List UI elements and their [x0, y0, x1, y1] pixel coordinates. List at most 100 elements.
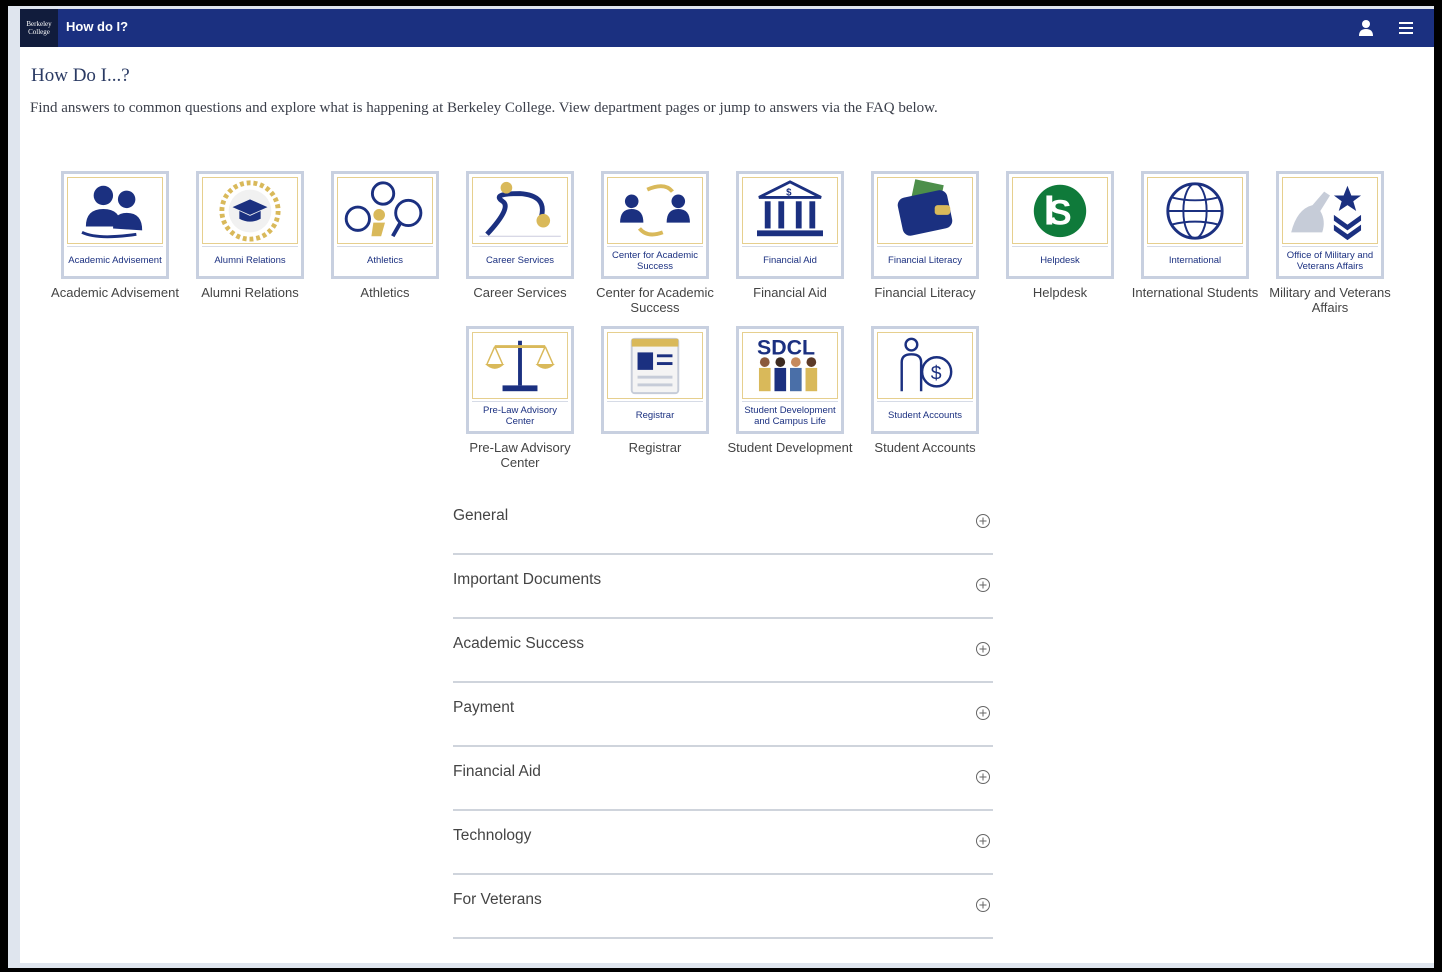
tile-international-students[interactable]: International International Students: [1132, 171, 1258, 300]
tile-caption: Student Accounts: [877, 401, 973, 429]
tile-caption: Career Services: [472, 246, 568, 274]
faq-item-technology[interactable]: Technology: [453, 811, 993, 875]
tile-caption: Registrar: [607, 401, 703, 429]
faq-title[interactable]: Academic Success: [453, 635, 584, 653]
tile-label[interactable]: Student Accounts: [861, 440, 989, 455]
tile-label[interactable]: Alumni Relations: [186, 285, 314, 300]
people-icon: [67, 177, 163, 244]
tile-caption: Pre-Law Advisory Center: [472, 401, 568, 429]
faq-item-financial-aid[interactable]: Financial Aid: [453, 747, 993, 811]
bank-icon: $: [742, 177, 838, 244]
tile-helpdesk[interactable]: S Helpdesk Helpdesk: [1006, 171, 1114, 300]
tile-card: SDCL Student Development and Campus Life: [736, 326, 844, 434]
tile-caption: Office of Military and Veterans Affairs: [1282, 246, 1378, 274]
tile-label[interactable]: Academic Advisement: [51, 285, 179, 300]
tile-athletics[interactable]: Athletics Athletics: [331, 171, 439, 300]
expand-plus-icon[interactable]: [975, 641, 991, 657]
tile-caption: International: [1147, 246, 1243, 274]
faq-title[interactable]: Technology: [453, 827, 531, 845]
tile-caption: Alumni Relations: [202, 246, 298, 274]
expand-plus-icon[interactable]: [975, 577, 991, 593]
browser-frame: Berkeley College How do I? How Do I...? …: [8, 6, 1434, 968]
hamburger-menu-icon[interactable]: [1396, 18, 1416, 38]
salute-star-icon: [1282, 177, 1378, 244]
expand-plus-icon[interactable]: [975, 897, 991, 913]
tile-caption: Financial Literacy: [877, 246, 973, 274]
id-card-icon: [607, 332, 703, 399]
tile-card: Registrar: [601, 326, 709, 434]
tile-label[interactable]: Helpdesk: [996, 285, 1124, 300]
tile-card: Pre-Law Advisory Center: [466, 326, 574, 434]
helpdesk-icon: S: [1012, 177, 1108, 244]
tile-academic-advisement[interactable]: Academic Advisement Academic Advisement: [51, 171, 179, 300]
tile-financial-literacy[interactable]: Financial Literacy Financial Literacy: [871, 171, 979, 300]
faq-title[interactable]: Financial Aid: [453, 763, 541, 781]
expand-plus-icon[interactable]: [975, 705, 991, 721]
app-title: How do I?: [66, 19, 129, 34]
tile-label[interactable]: Athletics: [321, 285, 449, 300]
tile-label[interactable]: Center for Academic Success: [591, 285, 719, 315]
tile-student-development[interactable]: SDCL Student Development and Campus Life…: [727, 326, 853, 455]
main-content: How Do I...? Find answers to common ques…: [20, 47, 1434, 963]
tile-label[interactable]: Military and Veterans Affairs: [1266, 285, 1394, 315]
tile-label[interactable]: Registrar: [591, 440, 719, 455]
exchange-icon: [607, 177, 703, 244]
tile-card: Center for Academic Success: [601, 171, 709, 279]
tile-caption: Helpdesk: [1012, 246, 1108, 274]
globe-icon: [1147, 177, 1243, 244]
tile-card: Academic Advisement: [61, 171, 169, 279]
top-app-bar: Berkeley College How do I?: [20, 9, 1434, 47]
tile-pre-law-advisory-center[interactable]: Pre-Law Advisory Center Pre-Law Advisory…: [466, 326, 574, 470]
expand-plus-icon[interactable]: [975, 769, 991, 785]
tile-registrar[interactable]: Registrar Registrar: [601, 326, 709, 455]
expand-plus-icon[interactable]: [975, 833, 991, 849]
tile-center-academic-success[interactable]: Center for Academic Success Center for A…: [596, 171, 714, 315]
tile-label[interactable]: Student Development: [726, 440, 854, 455]
faq-item-important-documents[interactable]: Important Documents: [453, 555, 993, 619]
tile-label[interactable]: Pre-Law Advisory Center: [456, 440, 584, 470]
tile-label[interactable]: Career Services: [456, 285, 584, 300]
faq-title[interactable]: General: [453, 507, 508, 525]
tile-career-services[interactable]: Career Services Career Services: [466, 171, 574, 300]
faq-item-payment[interactable]: Payment: [453, 683, 993, 747]
tile-caption: Student Development and Campus Life: [742, 401, 838, 429]
sports-balls-icon: [337, 177, 433, 244]
tile-alumni-relations[interactable]: Alumni Relations Alumni Relations: [196, 171, 304, 300]
tile-caption: Center for Academic Success: [607, 246, 703, 274]
tile-card: Career Services: [466, 171, 574, 279]
expand-plus-icon[interactable]: [975, 513, 991, 529]
graduation-cap-icon: [202, 177, 298, 244]
tile-label[interactable]: International Students: [1131, 285, 1259, 300]
page-title: How Do I...?: [31, 65, 130, 86]
sdcl-group-icon: SDCL: [742, 332, 838, 399]
faq-title[interactable]: Important Documents: [453, 571, 601, 589]
faq-item-academic-success[interactable]: Academic Success: [453, 619, 993, 683]
wallet-icon: [877, 177, 973, 244]
tile-card: Office of Military and Veterans Affairs: [1276, 171, 1384, 279]
tile-card: S Helpdesk: [1006, 171, 1114, 279]
tile-military-veterans-affairs[interactable]: Office of Military and Veterans Affairs …: [1269, 171, 1391, 315]
tile-card: $ Financial Aid: [736, 171, 844, 279]
tile-card: Financial Literacy: [871, 171, 979, 279]
user-icon[interactable]: [1356, 18, 1376, 38]
tile-label[interactable]: Financial Aid: [726, 285, 854, 300]
tile-card: Alumni Relations: [196, 171, 304, 279]
svg-text:$: $: [931, 363, 942, 385]
tile-student-accounts[interactable]: $ Student Accounts Student Accounts: [871, 326, 979, 455]
faq-title[interactable]: For Veterans: [453, 891, 542, 909]
svg-text:$: $: [786, 187, 792, 198]
sdcl-art-text: SDCL: [757, 335, 815, 359]
tile-financial-aid[interactable]: $ Financial Aid Financial Aid: [736, 171, 844, 300]
tile-card: International: [1141, 171, 1249, 279]
tile-caption: Academic Advisement: [67, 246, 163, 274]
faq-title[interactable]: Payment: [453, 699, 514, 717]
tile-caption: Financial Aid: [742, 246, 838, 274]
tile-label[interactable]: Financial Literacy: [861, 285, 989, 300]
scales-icon: [472, 332, 568, 399]
tile-card: $ Student Accounts: [871, 326, 979, 434]
career-path-icon: [472, 177, 568, 244]
college-logo[interactable]: Berkeley College: [20, 9, 58, 47]
faq-item-for-veterans[interactable]: For Veterans: [453, 875, 993, 939]
faq-divider: [453, 937, 993, 939]
faq-item-general[interactable]: General: [453, 491, 993, 555]
